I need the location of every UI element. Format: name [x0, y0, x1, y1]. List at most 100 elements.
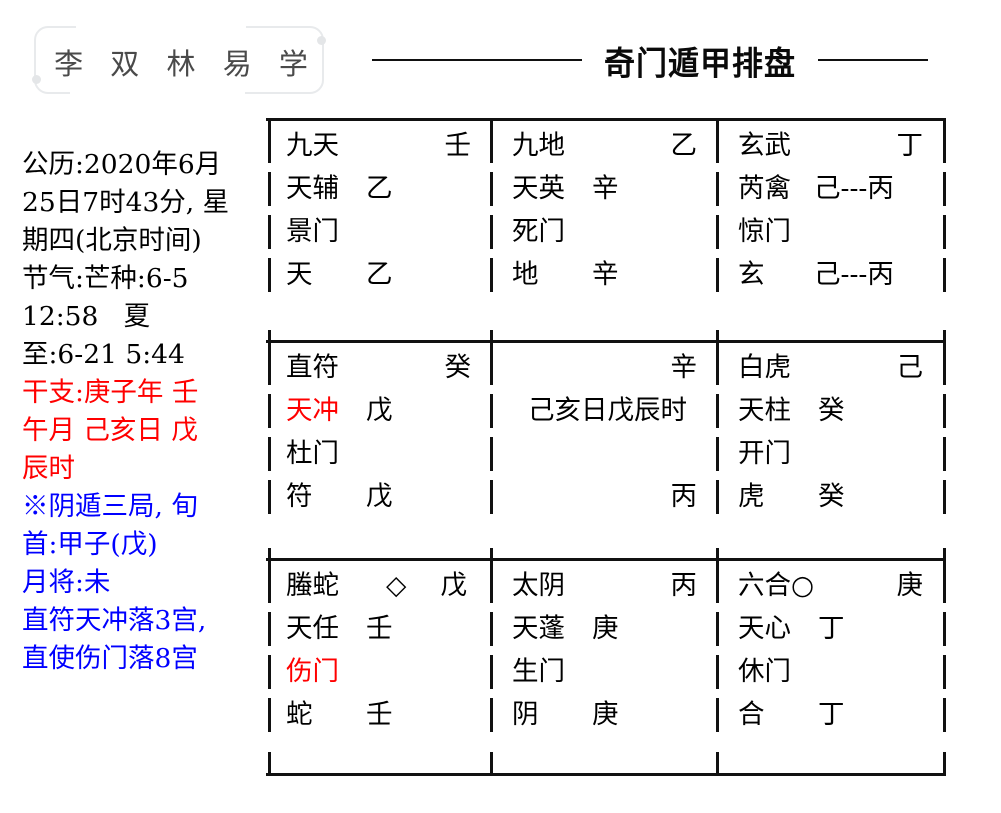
grid-vertical-rule-segment: [716, 394, 719, 428]
palace-god-row: 白虎 己: [726, 346, 941, 389]
grid-rule-bottom: [266, 773, 946, 776]
palace-door-row: 惊门: [726, 210, 941, 253]
grid-rule-mid-upper: [266, 340, 946, 343]
palace-door-row: 休门: [726, 650, 941, 693]
grid-vertical-rule-segment: [943, 215, 946, 249]
palace-star-name: 芮禽: [738, 173, 791, 204]
info-line: 直使伤门落8宫: [22, 643, 198, 674]
palace-foot-stem: 丙: [670, 481, 698, 512]
grid-vertical-rule-segment: [268, 698, 271, 732]
palace-god-row: 九天 壬: [274, 124, 489, 167]
grid-vertical-rule-segment: [716, 172, 719, 206]
grid-vertical-rule-segment: [490, 569, 493, 603]
palace-center-text: 己亥日戊辰时: [528, 395, 687, 426]
palace-star-row: 芮禽 己---丙: [726, 167, 941, 210]
grid-vertical-rule-segment: [268, 215, 271, 249]
grid-vertical-rule-segment: [268, 394, 271, 428]
palace-god-stem: 庚: [896, 570, 924, 601]
info-line: 辰时: [22, 453, 75, 484]
palace-door-row: 景门: [274, 210, 489, 253]
palace-foot-row: 虎癸: [726, 475, 941, 518]
palace-star-row: 天英辛: [500, 167, 715, 210]
info-line: 25日7时43分, 星: [22, 187, 230, 218]
grid-vertical-rule-segment: [943, 480, 946, 514]
palace-cell-bottom-right[interactable]: 六合○ 庚天心丁休门合丁: [726, 564, 941, 736]
chart-info-panel: 公历:2020年6月 25日7时43分, 星期四(北京时间) 节气:芒种:6-5 12…: [22, 146, 272, 678]
info-line: 干支:庚子年 壬: [22, 377, 199, 408]
grid-vertical-rule-segment: [268, 437, 271, 471]
palace-cell-top-center[interactable]: 九地乙天英辛死门地辛: [500, 124, 715, 296]
palace-star-stem: 戊: [366, 395, 393, 426]
grid-vertical-rule-segment: [716, 612, 719, 646]
palace-star-name: 天辅: [286, 173, 339, 204]
grid-vertical-rule-segment: [490, 698, 493, 732]
palace-god-stem: 辛: [670, 352, 698, 383]
palace-god-stem: 丁: [896, 130, 924, 161]
grid-vertical-rule-segment: [943, 172, 946, 206]
grid-rule-tick: [268, 752, 271, 776]
palace-god-row: 九地 乙: [500, 124, 715, 167]
palace-door-row: [500, 432, 715, 475]
page-title-group: 奇门遁甲排盘: [330, 26, 970, 94]
grid-rule-tick: [943, 752, 946, 776]
palace-star-row: 己亥日戊辰时: [500, 389, 715, 432]
palace-foot-row: 阴庚: [500, 693, 715, 736]
grid-rule-tick: [943, 118, 946, 142]
grid-rule-tick: [268, 330, 271, 354]
palace-god-name: 太阴: [512, 570, 565, 601]
palace-foot-stem: 乙: [366, 259, 393, 290]
grid-vertical-rule-segment: [716, 569, 719, 603]
page-header: 李 双 林 易 学 奇门遁甲排盘: [0, 0, 1001, 112]
grid-rule-tick: [943, 330, 946, 354]
palace-star-name: 天心: [738, 613, 791, 644]
grid-rule-tick: [716, 548, 719, 572]
palace-foot-stem: 辛: [592, 259, 619, 290]
grid-rule-tick: [268, 548, 271, 572]
info-line: 节气:芒种:6-5: [22, 263, 189, 294]
palace-god-row: 六合○ 庚: [726, 564, 941, 607]
grid-rule-tick: [716, 118, 719, 142]
palace-door-name: 死门: [512, 216, 565, 247]
palace-god-row: 直符 癸: [274, 346, 489, 389]
info-line: 期四(北京时间): [22, 225, 202, 256]
palace-god-row: 辛: [500, 346, 715, 389]
palace-god-stem: 壬: [444, 130, 472, 161]
palace-cell-top-right[interactable]: 玄武 丁芮禽 己---丙 惊门玄 己---丙: [726, 124, 941, 296]
grid-vertical-rule-segment: [268, 172, 271, 206]
palace-foot-god: 玄: [738, 259, 765, 290]
palace-cell-bottom-left[interactable]: 螣蛇 ◇ 戊天任壬伤门蛇壬: [274, 564, 489, 736]
grid-vertical-rule-segment: [716, 698, 719, 732]
palace-star-stem: 己---丙: [814, 173, 894, 204]
palace-foot-row: 天乙: [274, 253, 489, 296]
brand-logo-box: 李 双 林 易 学: [32, 26, 326, 94]
palace-cell-top-left[interactable]: 九天壬天辅乙景门天乙: [274, 124, 489, 296]
palace-cell-center[interactable]: 辛己亥日戊辰时丙: [500, 346, 715, 518]
grid-vertical-rule-segment: [490, 437, 493, 471]
brand-title: 李 双 林 易 学: [54, 47, 317, 81]
palace-star-row: 天心丁: [726, 607, 941, 650]
grid-vertical-rule-segment: [943, 698, 946, 732]
palace-cell-middle-right[interactable]: 白虎己天柱癸开门虎癸: [726, 346, 941, 518]
info-line: 12:58 夏: [22, 301, 151, 332]
palace-cell-bottom-center[interactable]: 太阴丙天蓬庚生门阴庚: [500, 564, 715, 736]
palace-door-name: 景门: [286, 216, 339, 247]
grid-vertical-rule-segment: [490, 172, 493, 206]
palace-god-stem: 乙: [670, 130, 698, 161]
palace-foot-god: 蛇: [286, 699, 313, 730]
grid-vertical-rule-segment: [490, 258, 493, 292]
grid-rule-mid-lower: [266, 558, 946, 561]
palace-door-row: 开门: [726, 432, 941, 475]
palace-door-row: 伤门: [274, 650, 489, 693]
palace-god-name: 六合○: [738, 570, 815, 601]
info-line: 直符天冲落3宫,: [22, 605, 207, 636]
grid-vertical-rule-segment: [268, 351, 271, 385]
palace-foot-row: 符戊: [274, 475, 489, 518]
info-line: 至:6-21 5:44: [22, 339, 185, 370]
palace-cell-middle-left[interactable]: 直符癸天冲戊杜门符戊: [274, 346, 489, 518]
grid-vertical-rule-segment: [268, 612, 271, 646]
palace-foot-row: 合丁: [726, 693, 941, 736]
grid-vertical-rule-segment: [943, 569, 946, 603]
palace-god-row: 螣蛇 ◇ 戊: [274, 564, 489, 607]
palace-star-name: 天任: [286, 613, 339, 644]
palace-foot-god: 合: [738, 699, 765, 730]
